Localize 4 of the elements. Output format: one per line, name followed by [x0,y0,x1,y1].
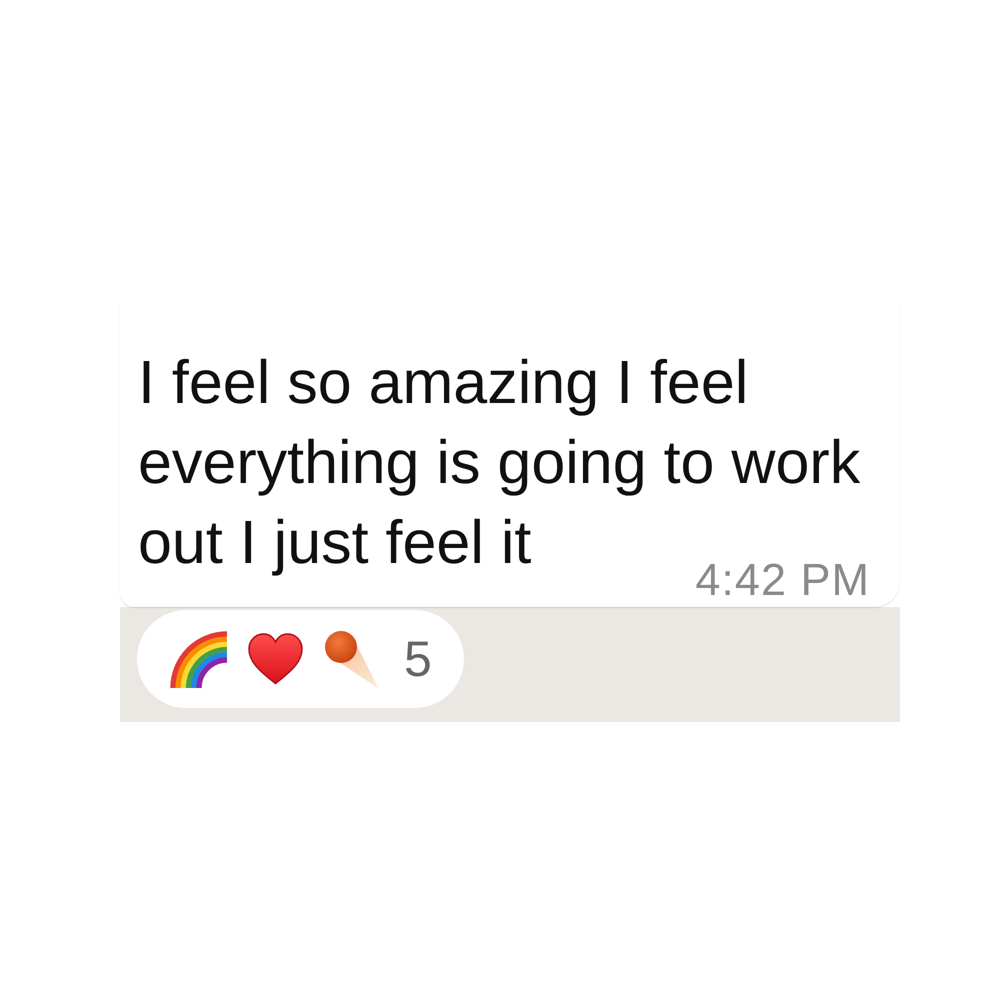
reactions-button[interactable]: 5 [137,610,464,708]
heart-icon [248,633,303,685]
comet-icon [324,630,379,688]
rainbow-icon [168,630,227,688]
